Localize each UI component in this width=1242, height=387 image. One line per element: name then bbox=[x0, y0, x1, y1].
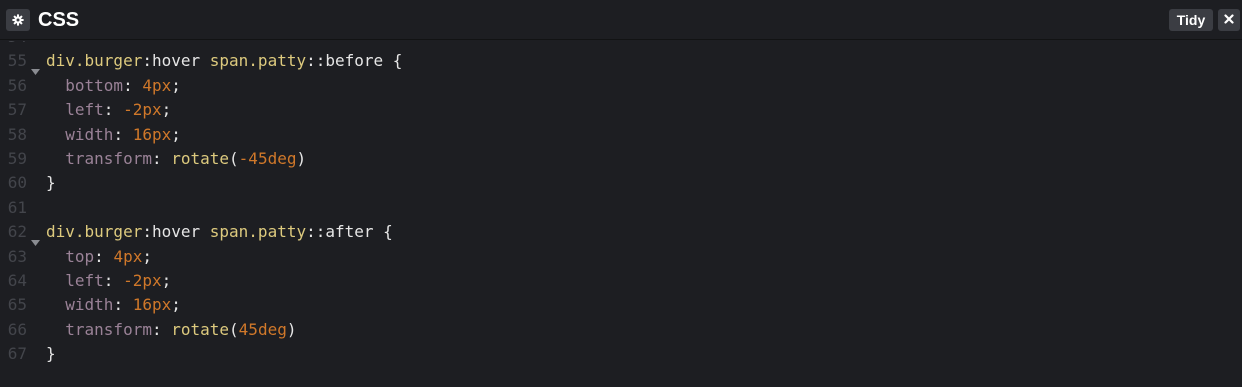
close-button[interactable] bbox=[1218, 9, 1240, 31]
code-text: width: 16px; bbox=[46, 123, 181, 147]
code-token: 45deg bbox=[238, 319, 287, 339]
code-line[interactable]: 59 transform: rotate(-45deg) bbox=[0, 147, 1242, 171]
line-number: 61 bbox=[7, 197, 27, 217]
code-text: bottom: 4px; bbox=[46, 74, 181, 98]
code-text: div.burger:hover span.patty::before { bbox=[46, 49, 402, 73]
code-token: span.patty bbox=[209, 222, 307, 242]
code-text: transform: rotate(45deg) bbox=[46, 318, 296, 342]
code-lines: 5455div.burger:hover span.patty::before … bbox=[0, 41, 1242, 366]
code-token: bottom bbox=[46, 75, 124, 95]
code-editor[interactable]: 5455div.burger:hover span.patty::before … bbox=[0, 41, 1242, 387]
code-token: width bbox=[46, 295, 114, 315]
code-line[interactable]: 63 top: 4px; bbox=[0, 245, 1242, 269]
code-line[interactable]: 58 width: 16px; bbox=[0, 123, 1242, 147]
code-token: ; bbox=[142, 246, 152, 266]
code-token: : bbox=[103, 100, 124, 120]
code-token: ( bbox=[229, 319, 239, 339]
code-token: ::before { bbox=[306, 51, 403, 71]
code-token: width bbox=[46, 124, 114, 144]
code-line[interactable]: 60} bbox=[0, 171, 1242, 195]
code-token: } bbox=[46, 344, 56, 364]
line-number: 55 bbox=[7, 51, 27, 71]
code-token: ; bbox=[161, 100, 172, 120]
line-number: 66 bbox=[7, 319, 27, 339]
code-token: ) bbox=[296, 148, 307, 168]
code-token: left bbox=[46, 100, 104, 120]
code-line[interactable]: 57 left: -2px; bbox=[0, 98, 1242, 122]
line-number: 60 bbox=[7, 173, 27, 193]
code-token: : bbox=[94, 246, 114, 266]
settings-button[interactable] bbox=[6, 9, 30, 31]
code-token: 16px bbox=[132, 295, 172, 315]
code-line[interactable]: 54 bbox=[0, 41, 1242, 49]
line-number: 59 bbox=[7, 148, 27, 168]
code-token: -2px bbox=[123, 100, 162, 120]
line-number: 63 bbox=[7, 246, 27, 266]
code-text: width: 16px; bbox=[46, 293, 181, 317]
code-line[interactable]: 62 div.burger:hover span.patty::after { bbox=[0, 220, 1242, 247]
code-token: : bbox=[151, 319, 172, 339]
code-token: top bbox=[46, 246, 95, 266]
code-token: :hover bbox=[142, 51, 210, 71]
line-number: 64 bbox=[7, 270, 27, 290]
code-token: rotate bbox=[171, 148, 230, 168]
code-token: transform bbox=[46, 148, 152, 168]
code-token: : bbox=[103, 270, 124, 290]
code-line[interactable]: 64 left: -2px; bbox=[0, 269, 1242, 293]
code-token: rotate bbox=[171, 319, 230, 339]
code-token: ::after { bbox=[306, 222, 393, 242]
code-token: } bbox=[46, 173, 56, 193]
code-token: 16px bbox=[132, 124, 172, 144]
code-token: ) bbox=[286, 319, 297, 339]
code-token: ( bbox=[229, 148, 239, 168]
code-token: ; bbox=[171, 75, 181, 95]
code-token: : bbox=[151, 148, 172, 168]
line-number: 57 bbox=[7, 100, 27, 120]
code-token: div.burger bbox=[46, 222, 143, 242]
code-token: -2px bbox=[123, 270, 162, 290]
editor-header: CSS Tidy bbox=[0, 0, 1242, 40]
code-line[interactable]: 56 bottom: 4px; bbox=[0, 74, 1242, 98]
line-number: 58 bbox=[7, 124, 27, 144]
line-number: 54 bbox=[0, 41, 27, 49]
code-token: ; bbox=[171, 124, 181, 144]
code-token: :hover bbox=[142, 222, 210, 242]
code-line[interactable]: 55 div.burger:hover span.patty::before { bbox=[0, 49, 1242, 76]
code-text: left: -2px; bbox=[46, 269, 171, 293]
line-number: 56 bbox=[7, 75, 27, 95]
line-number: 65 bbox=[7, 295, 27, 315]
code-line[interactable]: 61 bbox=[0, 196, 1242, 220]
code-token: div.burger bbox=[46, 51, 143, 71]
code-token: left bbox=[46, 270, 104, 290]
code-token: -45deg bbox=[238, 148, 297, 168]
code-token: ; bbox=[171, 295, 181, 315]
code-text: top: 4px; bbox=[46, 245, 152, 269]
panel-title: CSS bbox=[38, 9, 80, 31]
gear-icon bbox=[12, 14, 24, 26]
code-token: : bbox=[113, 124, 133, 144]
code-line[interactable]: 66 transform: rotate(45deg) bbox=[0, 318, 1242, 342]
code-token: ; bbox=[161, 270, 172, 290]
code-text: transform: rotate(-45deg) bbox=[46, 147, 306, 171]
line-number: 67 bbox=[7, 344, 27, 364]
close-icon bbox=[1224, 11, 1234, 29]
code-token: 4px bbox=[142, 75, 172, 95]
line-number: 62 bbox=[7, 222, 27, 242]
code-token: : bbox=[123, 75, 143, 95]
tidy-button[interactable]: Tidy bbox=[1169, 9, 1213, 31]
css-editor-panel: CSS Tidy 5455div.burger:hover span.patty… bbox=[0, 0, 1242, 387]
code-line[interactable]: 67} bbox=[0, 342, 1242, 366]
code-token: 4px bbox=[113, 246, 143, 266]
code-text: } bbox=[46, 171, 56, 195]
code-text: left: -2px; bbox=[46, 98, 171, 122]
code-token: : bbox=[113, 295, 133, 315]
code-line[interactable]: 65 width: 16px; bbox=[0, 293, 1242, 317]
code-text: } bbox=[46, 342, 56, 366]
code-token: span.patty bbox=[209, 51, 307, 71]
code-token: transform bbox=[46, 319, 152, 339]
code-text: div.burger:hover span.patty::after { bbox=[46, 220, 393, 244]
